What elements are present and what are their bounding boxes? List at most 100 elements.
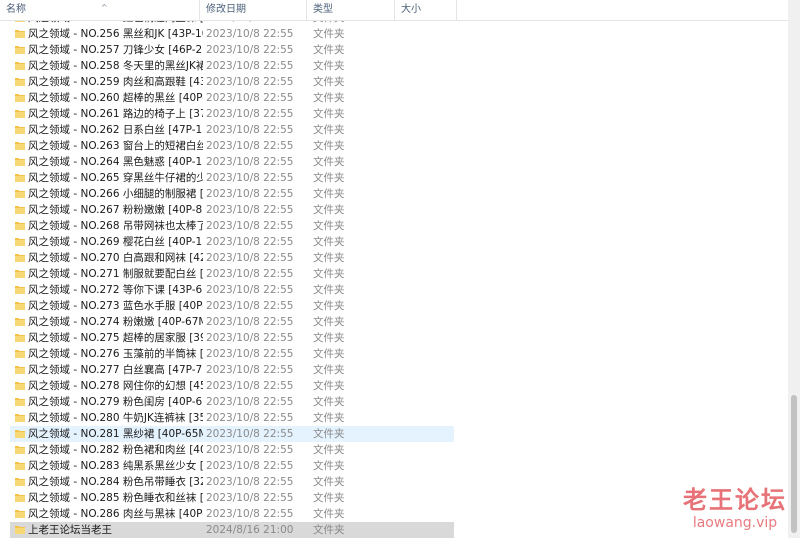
file-type: 文件夹 bbox=[313, 348, 345, 360]
file-name: 风之领域 - NO.278 网住你的幻想 [45P-... bbox=[28, 380, 203, 392]
modified-date: 2023/10/8 22:55 bbox=[206, 220, 294, 232]
list-item[interactable]: 风之领域 - NO.281 黑纱裙 [40P-65MB] 2023/10/8 22… bbox=[10, 426, 454, 442]
folder-icon bbox=[15, 285, 25, 294]
folder-icon bbox=[15, 461, 25, 470]
list-item[interactable]: 风之领域 - NO.282 粉色裙和肉丝 [40P-...2023/10/8 2… bbox=[10, 442, 454, 458]
folder-icon bbox=[15, 77, 25, 86]
file-type: 文件夹 bbox=[313, 524, 345, 536]
modified-date: 2023/10/8 22:55 bbox=[206, 44, 294, 56]
folder-icon bbox=[15, 269, 25, 278]
list-item[interactable]: 风之领域 - NO.272 等你下课 [43P-67MB]2023/10/8 2… bbox=[10, 282, 454, 298]
file-name: 风之领域 - NO.282 粉色裙和肉丝 [40P-... bbox=[28, 444, 203, 456]
folder-icon bbox=[15, 157, 25, 166]
list-item[interactable]: 风之领域 - NO.266 小细腿的制服裙 [38...2023/10/8 22… bbox=[10, 186, 454, 202]
file-type: 文件夹 bbox=[313, 428, 345, 440]
file-type: 文件夹 bbox=[313, 492, 345, 504]
file-type: 文件夹 bbox=[313, 92, 345, 104]
file-name: 风之领域 - NO.258 冬天里的黑丝JK裙 [... bbox=[28, 60, 203, 72]
list-item[interactable]: 风之领域 - NO.269 樱花白丝 [40P-117...2023/10/8 … bbox=[10, 234, 454, 250]
list-item[interactable]: 风之领域 - NO.267 粉粉嫩嫩 [40P-81MB]2023/10/8 2… bbox=[10, 202, 454, 218]
list-item[interactable]: 风之领域 - NO.263 窗台上的短裙白丝 [...2023/10/8 22:… bbox=[10, 138, 454, 154]
modified-date: 2023/10/8 22:55 bbox=[206, 316, 294, 328]
folder-icon bbox=[15, 173, 25, 182]
modified-date: 2023/10/8 22:55 bbox=[206, 412, 294, 424]
file-name: 风之领域 - NO.259 肉丝和高跟鞋 [43P-... bbox=[28, 76, 203, 88]
list-item[interactable]: 风之领域 - NO.278 网住你的幻想 [45P-...2023/10/8 2… bbox=[10, 378, 454, 394]
list-item[interactable]: 风之领域 - NO.285 粉色睡衣和丝袜 [39...2023/10/8 22… bbox=[10, 490, 454, 506]
folder-icon bbox=[15, 109, 25, 118]
file-type: 文件夹 bbox=[313, 204, 345, 216]
modified-date: 2023/10/8 22:55 bbox=[206, 108, 294, 120]
modified-date: 2023/10/8 22:55 bbox=[206, 476, 294, 488]
file-type: 文件夹 bbox=[313, 364, 345, 376]
file-name: 风之领域 - NO.279 粉色闺房 [40P-65MB] bbox=[28, 396, 203, 408]
file-type: 文件夹 bbox=[313, 476, 345, 488]
folder-icon bbox=[15, 413, 25, 422]
scrollbar-thumb[interactable] bbox=[791, 395, 797, 533]
column-header: 名称 ^ 修改日期 类型 大小 bbox=[0, 0, 788, 21]
folder-icon bbox=[15, 93, 25, 102]
modified-date: 2023/10/8 22:55 bbox=[206, 156, 294, 168]
file-type: 文件夹 bbox=[313, 220, 345, 232]
modified-date: 2023/10/8 22:55 bbox=[206, 364, 294, 376]
file-name: 风之领域 - NO.257 刀锋少女 [46P-276... bbox=[28, 44, 203, 56]
modified-date: 2023/10/8 22:55 bbox=[206, 172, 294, 184]
list-item[interactable]: 风之领域 - NO.270 白高跟和网袜 [42P-...2023/10/8 2… bbox=[10, 250, 454, 266]
list-item[interactable]: 上老王论坛当老王 2024/8/16 21:00 文件夹 bbox=[10, 522, 454, 538]
modified-date: 2023/10/8 22:55 bbox=[206, 492, 294, 504]
list-item[interactable]: 风之领域 - NO.273 蓝色水手服 [40P-87...2023/10/8 … bbox=[10, 298, 454, 314]
column-size-label: 大小 bbox=[401, 4, 421, 15]
list-item[interactable]: 风之领域 - NO.265 穿黑丝牛仔裙的少女...2023/10/8 22:5… bbox=[10, 170, 454, 186]
list-item[interactable]: 风之领域 - NO.262 日系白丝 [47P-176...2023/10/8 … bbox=[10, 122, 454, 138]
list-item[interactable]: 风之领域 - NO.258 冬天里的黑丝JK裙 [...2023/10/8 22… bbox=[10, 58, 454, 74]
file-type: 文件夹 bbox=[313, 508, 345, 520]
list-item[interactable]: 风之领域 - NO.259 肉丝和高跟鞋 [43P-...2023/10/8 2… bbox=[10, 74, 454, 90]
modified-date: 2023/10/8 22:55 bbox=[206, 396, 294, 408]
file-type: 文件夹 bbox=[313, 396, 345, 408]
list-item[interactable]: 风之领域 - NO.276 玉藻前的半筒袜 [49...2023/10/8 22… bbox=[10, 346, 454, 362]
list-item[interactable]: 风之领域 - NO.257 刀锋少女 [46P-276...2023/10/8 … bbox=[10, 42, 454, 58]
file-name: 风之领域 - NO.270 白高跟和网袜 [42P-... bbox=[28, 252, 203, 264]
list-item[interactable]: 风之领域 - NO.260 超棒的黑丝 [40P-10...2023/10/8 … bbox=[10, 90, 454, 106]
file-type: 文件夹 bbox=[313, 156, 345, 168]
column-header-name[interactable]: 名称 ^ bbox=[0, 0, 200, 20]
list-item[interactable]: 风之领域 - NO.274 粉嫩嫩 [40P-67MB] 2023/10/8 22… bbox=[10, 314, 454, 330]
folder-icon bbox=[15, 301, 25, 310]
list-item[interactable]: 风之领域 - NO.286 肉丝与黑袜 [40P-26...2023/10/8 … bbox=[10, 506, 454, 522]
folder-icon bbox=[15, 429, 25, 438]
file-name: 风之领域 - NO.275 超棒的居家服 [39P-... bbox=[28, 332, 203, 344]
list-item[interactable]: 风之领域 - NO.275 超棒的居家服 [39P-...2023/10/8 2… bbox=[10, 330, 454, 346]
modified-date: 2023/10/8 22:55 bbox=[206, 252, 294, 264]
file-type: 文件夹 bbox=[313, 460, 345, 472]
list-item[interactable]: 风之领域 - NO.256 黑丝和JK [43P-108...2023/10/8… bbox=[10, 26, 454, 42]
list-item[interactable]: 风之领域 - NO.277 白丝襄高 [47P-76MB]2023/10/8 2… bbox=[10, 362, 454, 378]
list-item[interactable]: 风之领域 - NO.271 制服就要配白丝 [40...2023/10/8 22… bbox=[10, 266, 454, 282]
file-name: 风之领域 - NO.276 玉藻前的半筒袜 [49... bbox=[28, 348, 203, 360]
column-header-size[interactable]: 大小 bbox=[395, 0, 457, 20]
folder-icon bbox=[15, 397, 25, 406]
file-name: 风之领域 - NO.273 蓝色水手服 [40P-87... bbox=[28, 300, 203, 312]
list-item[interactable]: 风之领域 - NO.268 吊带网袜也太棒了 [...2023/10/8 22:… bbox=[10, 218, 454, 234]
modified-date: 2023/10/8 22:55 bbox=[206, 444, 294, 456]
list-item[interactable]: 风之领域 - NO.264 黑色魅惑 [40P-152...2023/10/8 … bbox=[10, 154, 454, 170]
list-item[interactable]: 风之领域 - NO.279 粉色闺房 [40P-65MB]2023/10/8 2… bbox=[10, 394, 454, 410]
column-header-date[interactable]: 修改日期 bbox=[200, 0, 307, 20]
file-type: 文件夹 bbox=[313, 108, 345, 120]
list-item[interactable]: 风之领域 - NO.261 路边的椅子上 [37P-...2023/10/8 2… bbox=[10, 106, 454, 122]
file-name: 风之领域 - NO.264 黑色魅惑 [40P-152... bbox=[28, 156, 203, 168]
column-header-type[interactable]: 类型 bbox=[307, 0, 395, 20]
file-type: 文件夹 bbox=[313, 28, 345, 40]
file-type: 文件夹 bbox=[313, 332, 345, 344]
file-name: 风之领域 - NO.274 粉嫩嫩 [40P-67MB] bbox=[28, 316, 203, 328]
file-name: 风之领域 - NO.271 制服就要配白丝 [40... bbox=[28, 268, 203, 280]
folder-icon bbox=[15, 477, 25, 486]
folder-icon bbox=[15, 509, 25, 518]
file-type: 文件夹 bbox=[313, 380, 345, 392]
modified-date: 2023/10/8 22:55 bbox=[206, 188, 294, 200]
list-item[interactable]: 风之领域 - NO.284 粉色吊带睡衣 [32P-...2023/10/8 2… bbox=[10, 474, 454, 490]
list-item[interactable]: 风之领域 - NO.280 牛奶JK连裤袜 [35P-...2023/10/8 … bbox=[10, 410, 454, 426]
watermark-title: 老王论坛 bbox=[683, 486, 787, 514]
vertical-scrollbar[interactable] bbox=[788, 0, 800, 538]
list-item[interactable]: 风之领域 - NO.283 纯黑系黑丝少女 [36...2023/10/8 22… bbox=[10, 458, 454, 474]
file-list: 风之领域 - NO.255 红色情趣网丝袜 [40P-...2023/10/8 … bbox=[0, 0, 788, 538]
